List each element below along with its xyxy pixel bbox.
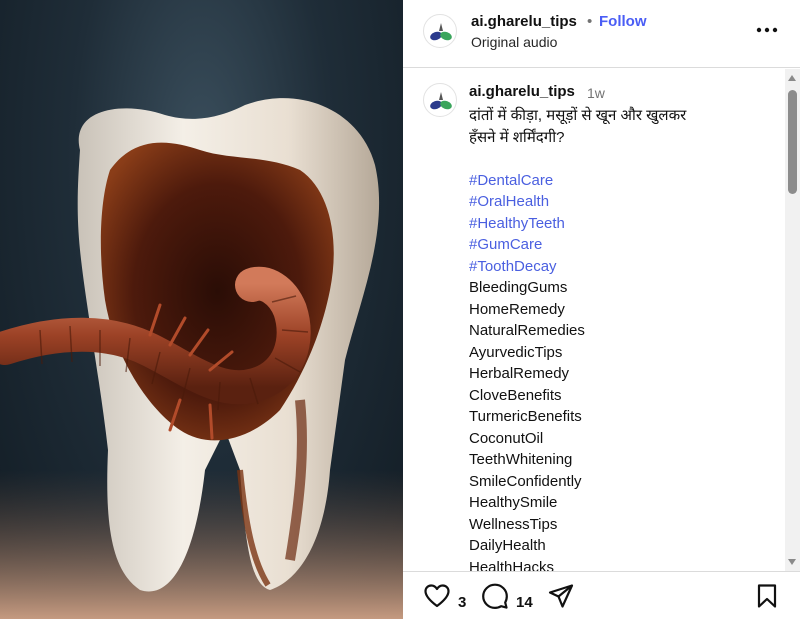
- share-button[interactable]: [547, 582, 575, 610]
- more-horizontal-icon: [756, 27, 778, 33]
- post-time[interactable]: 1w: [587, 85, 605, 101]
- more-options-button[interactable]: [753, 18, 781, 42]
- comment-bubble-icon: [482, 583, 508, 609]
- action-bar: 3 14: [403, 571, 800, 619]
- pills-logo-icon: [430, 23, 452, 41]
- hashtag-link[interactable]: #OralHealth: [469, 191, 769, 213]
- post-side-panel: ai.gharelu_tips • Follow Original audio …: [403, 0, 800, 619]
- caption-keyword: TurmericBenefits: [469, 408, 582, 425]
- pills-logo-icon: [430, 92, 452, 110]
- hashtag-link[interactable]: #HealthyTeeth: [469, 213, 769, 235]
- caption-line: दांतों में कीड़ा, मसूड़ों से खून और खुलक…: [469, 107, 687, 124]
- comment-count[interactable]: 14: [516, 594, 533, 611]
- caption-keyword: WellnessTips: [469, 515, 558, 533]
- hashtag-link[interactable]: #DentalCare: [469, 170, 769, 192]
- caption-area[interactable]: ai.gharelu_tips 1w दांतों में कीड़ा, मसू…: [403, 69, 800, 571]
- separator-dot: •: [587, 13, 593, 30]
- scroll-down-arrow-icon[interactable]: [788, 559, 796, 565]
- caption-keyword: SmileConfidently: [469, 472, 582, 490]
- caption-keyword: BleedingGums: [469, 279, 568, 296]
- caption-keyword: TeethWhitening: [469, 451, 573, 468]
- caption-keyword: HealthySmile: [469, 494, 558, 511]
- post-media[interactable]: [0, 0, 403, 619]
- post-username[interactable]: ai.gharelu_tips: [471, 13, 577, 30]
- avatar[interactable]: [423, 83, 457, 117]
- scrollbar-thumb[interactable]: [788, 90, 797, 194]
- caption-scrollbar[interactable]: [785, 69, 800, 571]
- hashtag-link[interactable]: #ToothDecay: [469, 256, 769, 278]
- caption-keyword: CloveBenefits: [469, 386, 562, 404]
- hashtag-link[interactable]: #GumCare: [469, 234, 769, 256]
- post-header: ai.gharelu_tips • Follow Original audio: [403, 0, 800, 68]
- audio-label[interactable]: Original audio: [471, 34, 557, 50]
- bookmark-icon: [757, 584, 777, 608]
- save-button[interactable]: [753, 582, 781, 610]
- caption-line: हँसने में शर्मिंदगी?: [469, 128, 565, 146]
- like-button[interactable]: [423, 582, 451, 610]
- heart-icon: [424, 584, 450, 608]
- caption-username[interactable]: ai.gharelu_tips: [469, 83, 575, 100]
- avatar[interactable]: [423, 14, 457, 48]
- caption-keyword: CoconutOil: [469, 429, 544, 447]
- like-count[interactable]: 3: [458, 594, 466, 611]
- scroll-up-arrow-icon[interactable]: [788, 75, 796, 81]
- caption-keyword: NaturalRemedies: [469, 322, 585, 339]
- caption-keyword: HerbalRemedy: [469, 365, 570, 382]
- caption-keyword: AyurvedicTips: [469, 343, 563, 361]
- comment-button[interactable]: [481, 582, 509, 610]
- follow-button[interactable]: Follow: [599, 13, 647, 30]
- caption-keyword: HomeRemedy: [469, 300, 565, 318]
- tooth-worm-image: [0, 98, 403, 619]
- paper-plane-icon: [548, 584, 574, 608]
- caption-keyword: HealthHacks: [469, 558, 555, 572]
- caption-keyword: DailyHealth: [469, 537, 546, 554]
- caption-text: दांतों में कीड़ा, मसूड़ों से खून और खुलक…: [469, 105, 769, 571]
